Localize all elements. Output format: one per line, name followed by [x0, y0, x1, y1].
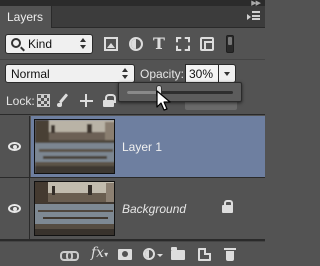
tab-layers[interactable]: Layers — [0, 6, 52, 28]
city-bridges-thumbnail-image — [35, 182, 114, 235]
image-filter-icon[interactable] — [104, 37, 118, 51]
mouse-pointer-icon — [156, 90, 171, 111]
eye-icon — [8, 142, 21, 151]
link-layers-icon[interactable] — [60, 247, 79, 262]
select-arrows-icon — [122, 68, 129, 80]
chevron-down-icon — [157, 254, 163, 257]
layer-body[interactable]: Background — [31, 178, 265, 239]
fx-label: fx — [91, 245, 105, 261]
filter-kind-label: Kind — [28, 37, 53, 51]
opacity-slider-track[interactable] — [127, 85, 233, 98]
adjustment-layer-icon[interactable] — [143, 248, 155, 260]
lock-position-icon[interactable] — [80, 94, 93, 107]
blend-mode-value: Normal — [11, 67, 50, 81]
smart-object-filter-icon[interactable] — [200, 37, 214, 51]
visibility-toggle[interactable] — [0, 116, 30, 177]
layers-list: Layer 1 Background — [0, 116, 265, 240]
layers-footer: fx▾ — [0, 241, 265, 266]
blend-mode-select[interactable]: Normal — [5, 64, 135, 83]
opacity-slider-fill — [127, 91, 159, 94]
layer-thumbnail — [34, 119, 115, 174]
layer-name[interactable]: Layer 1 — [122, 140, 162, 154]
panel-tab-bar: Layers — [0, 6, 265, 28]
city-bridges-thumbnail-image — [35, 120, 114, 173]
search-icon — [11, 38, 21, 48]
opacity-dropdown-button[interactable] — [219, 64, 236, 83]
panel-menu-icon[interactable] — [247, 10, 261, 22]
lock-all-icon[interactable] — [103, 94, 116, 107]
chevron-down-icon: ▾ — [104, 250, 109, 259]
select-arrows-icon — [80, 38, 87, 50]
eye-icon — [8, 204, 21, 213]
layer-body[interactable]: Layer 1 — [31, 116, 265, 177]
fx-icon[interactable]: fx▾ — [91, 245, 109, 261]
opacity-input[interactable]: 30% — [185, 64, 219, 83]
panel-menu-lines-icon — [252, 11, 260, 20]
new-layer-icon[interactable] — [198, 248, 211, 261]
adjustment-filter-icon[interactable] — [129, 37, 143, 51]
filter-toggle-icon[interactable] — [226, 35, 234, 53]
lock-transparent-icon[interactable] — [37, 94, 50, 107]
panel-menu-arrow-icon — [247, 14, 251, 20]
trash-icon[interactable] — [224, 248, 236, 261]
opacity-slider-popup — [118, 82, 242, 102]
group-folder-icon[interactable] — [171, 247, 185, 260]
type-filter-icon[interactable]: T — [152, 34, 166, 53]
layer-mask-icon[interactable] — [118, 249, 132, 260]
layer-row-background[interactable]: Background — [0, 178, 265, 240]
layer-thumbnail — [34, 181, 115, 236]
shape-filter-icon[interactable] — [176, 37, 190, 51]
opacity-label: Opacity: — [140, 67, 185, 81]
layer-row-layer-1[interactable]: Layer 1 — [0, 116, 265, 178]
filter-kind-select[interactable]: Kind — [5, 34, 93, 54]
lock-label: Lock: — [6, 94, 35, 108]
visibility-toggle[interactable] — [0, 178, 30, 239]
layer-lock-icon[interactable] — [222, 200, 233, 213]
lock-image-icon[interactable] — [57, 94, 70, 107]
filter-row: Kind T — [0, 29, 265, 59]
layer-name[interactable]: Background — [122, 202, 186, 216]
